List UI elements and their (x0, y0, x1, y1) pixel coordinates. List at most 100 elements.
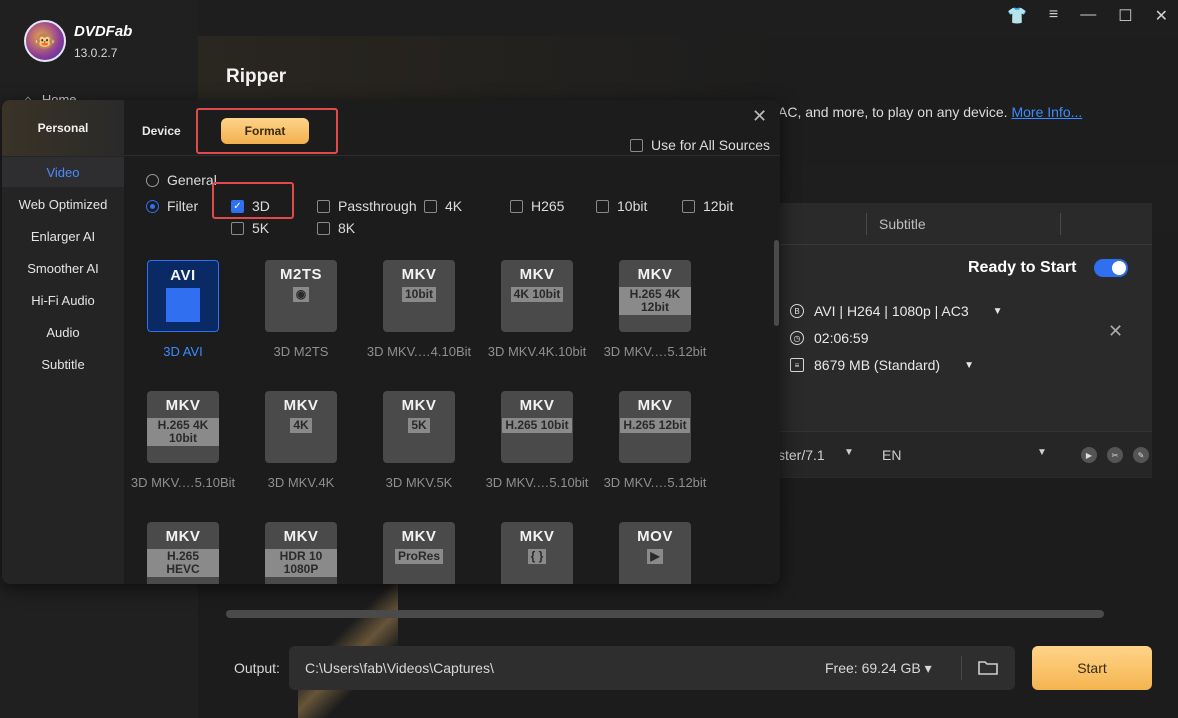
filter-h265[interactable]: H265 (510, 198, 564, 214)
h265-checkbox[interactable] (510, 199, 523, 213)
dialog-tabs: Device Format Use for All Sources (124, 100, 780, 156)
filter-radio-option[interactable]: Filter (146, 198, 198, 214)
ready-toggle[interactable] (1094, 259, 1128, 277)
filter-radio[interactable] (146, 199, 159, 213)
general-radio-option[interactable]: General (146, 172, 217, 188)
maximize-icon[interactable]: ☐ (1118, 6, 1132, 26)
tab-device[interactable]: Device (142, 124, 181, 138)
format-tile-label: 3D MKV.…4.10Bit (366, 344, 472, 359)
format-tile[interactable]: MKV 4K 10bit 3D MKV.4K.10bit (478, 260, 596, 359)
category-audio[interactable]: Audio (2, 317, 124, 347)
4k-checkbox[interactable] (424, 199, 437, 213)
remove-task-icon[interactable]: ✕ (1108, 321, 1123, 342)
subtitle-language[interactable]: EN (882, 447, 901, 463)
format-tile[interactable]: MOV ▶ (596, 522, 714, 584)
filter-4k[interactable]: 4K (424, 198, 462, 214)
filter-label: Filter (167, 198, 199, 214)
size-text: 8679 MB (Standard) (814, 357, 941, 373)
shirt-icon[interactable]: 👕 (1007, 6, 1027, 26)
dialog-close-icon[interactable]: ✕ (752, 106, 767, 127)
format-tile-icon: MOV ▶ (619, 522, 691, 584)
format-tile[interactable]: MKV HDR 10 1080P (242, 522, 360, 584)
free-space[interactable]: Free: 69.24 GB ▾ (825, 660, 932, 677)
more-info-link[interactable]: More Info... (1011, 104, 1082, 120)
format-tile[interactable]: MKV 10bit 3D MKV.…4.10Bit (360, 260, 478, 359)
format-tile[interactable]: MKV H.265 4K 10bit 3D MKV.…5.10Bit (124, 391, 242, 490)
play-icon[interactable]: ▶ (1081, 447, 1097, 463)
format-tile-badge (166, 288, 200, 322)
format-tile[interactable]: MKV H.265 HEVC (124, 522, 242, 584)
format-tile-label: 3D M2TS (273, 344, 329, 359)
format-tile-badge: 10bit (401, 287, 436, 302)
category-smoother-ai[interactable]: Smoother AI (2, 253, 124, 283)
format-tile[interactable]: M2TS ◉ 3D M2TS (242, 260, 360, 359)
file-size-icon: ≡ (790, 358, 804, 372)
format-tile-label: 3D MKV.…5.10Bit (130, 475, 236, 490)
personal-tab[interactable]: Personal (2, 100, 124, 156)
format-tile-badge: H.265 12bit (620, 418, 690, 433)
close-icon[interactable]: ✕ (1155, 6, 1168, 26)
dialog-scrollbar[interactable] (774, 240, 779, 326)
3d-checkbox[interactable]: ✓ (231, 199, 244, 213)
format-tile-label: 3D MKV.4K (267, 475, 335, 490)
output-path[interactable]: C:\Users\fab\Videos\Captures\ (305, 660, 494, 676)
5k-checkbox[interactable] (231, 221, 244, 235)
output-path-field[interactable]: C:\Users\fab\Videos\Captures\ Free: 69.2… (289, 646, 1015, 690)
menu-icon[interactable]: ≡ (1049, 6, 1058, 26)
category-hifi-audio[interactable]: Hi-Fi Audio (2, 285, 124, 315)
format-tile-icon: MKV HDR 10 1080P (265, 522, 337, 584)
format-tile-title: MKV (165, 397, 201, 414)
format-tile[interactable]: MKV H.265 10bit 3D MKV.…5.10bit (478, 391, 596, 490)
chevron-down-icon[interactable]: ▼ (964, 360, 974, 371)
format-tile[interactable]: MKV 4K 3D MKV.4K (242, 391, 360, 490)
general-label: General (167, 172, 217, 188)
format-tile-title: MOV (637, 528, 673, 545)
chevron-down-icon[interactable]: ▼ (1037, 447, 1047, 458)
pencil-icon[interactable]: ✎ (1133, 447, 1149, 463)
12bit-checkbox[interactable] (682, 199, 695, 213)
passthrough-checkbox[interactable] (317, 199, 330, 213)
general-radio[interactable] (146, 173, 159, 187)
tab-format[interactable]: Format (221, 118, 309, 144)
filter-8k[interactable]: 8K (317, 220, 355, 236)
format-tile-title: MKV (519, 266, 555, 283)
format-tile[interactable]: MKV 5K 3D MKV.5K (360, 391, 478, 490)
format-tile-badge: H.265 4K 12bit (619, 287, 691, 315)
use-all-checkbox[interactable] (630, 138, 643, 152)
category-video[interactable]: Video (2, 157, 124, 187)
format-tile[interactable]: AVI 3D AVI (124, 260, 242, 359)
description-text: AC, and more, to play on any device. (778, 104, 1008, 120)
profile-row[interactable]: B AVI | H264 | 1080p | AC3 ▼ (790, 303, 1003, 319)
filter-12bit[interactable]: 12bit (682, 198, 733, 214)
format-tile-title: MKV (283, 397, 319, 414)
format-tile[interactable]: MKV H.265 4K 12bit 3D MKV.…5.12bit (596, 260, 714, 359)
8k-checkbox[interactable] (317, 221, 330, 235)
category-subtitle[interactable]: Subtitle (2, 349, 124, 379)
filter-3d[interactable]: ✓ 3D (231, 198, 270, 214)
app-logo: 🐵 DVDFab 13.0.2.7 (24, 20, 132, 62)
format-tile-label: 3D MKV.5K (385, 475, 453, 490)
use-for-all-sources[interactable]: Use for All Sources (630, 137, 770, 153)
filter-passthrough[interactable]: Passthrough (317, 198, 417, 214)
format-tile-badge: 4K (290, 418, 312, 433)
format-tile[interactable]: MKV { } (478, 522, 596, 584)
audio-track[interactable]: ster/7.1 (778, 447, 825, 463)
category-web-optimized[interactable]: Web Optimized (2, 189, 124, 219)
size-row[interactable]: ≡ 8679 MB (Standard) ▼ (790, 357, 974, 373)
format-tile-badge: H.265 10bit (502, 418, 572, 433)
format-tile-icon: M2TS ◉ (265, 260, 337, 332)
minimize-icon[interactable]: — (1080, 6, 1096, 26)
format-tile[interactable]: MKV H.265 12bit 3D MKV.…5.12bit (596, 391, 714, 490)
chevron-down-icon[interactable]: ▼ (844, 447, 854, 458)
10bit-checkbox[interactable] (596, 199, 609, 213)
edit-icon[interactable]: ✂ (1107, 447, 1123, 463)
folder-icon[interactable] (978, 659, 998, 675)
duration-text: 02:06:59 (814, 330, 869, 346)
filter-5k[interactable]: 5K (231, 220, 269, 236)
clock-icon: ◷ (790, 331, 804, 345)
category-enlarger-ai[interactable]: Enlarger AI (2, 221, 124, 251)
format-tile[interactable]: MKV ProRes (360, 522, 478, 584)
chevron-down-icon[interactable]: ▼ (993, 306, 1003, 317)
start-button[interactable]: Start (1032, 646, 1152, 690)
filter-10bit[interactable]: 10bit (596, 198, 647, 214)
